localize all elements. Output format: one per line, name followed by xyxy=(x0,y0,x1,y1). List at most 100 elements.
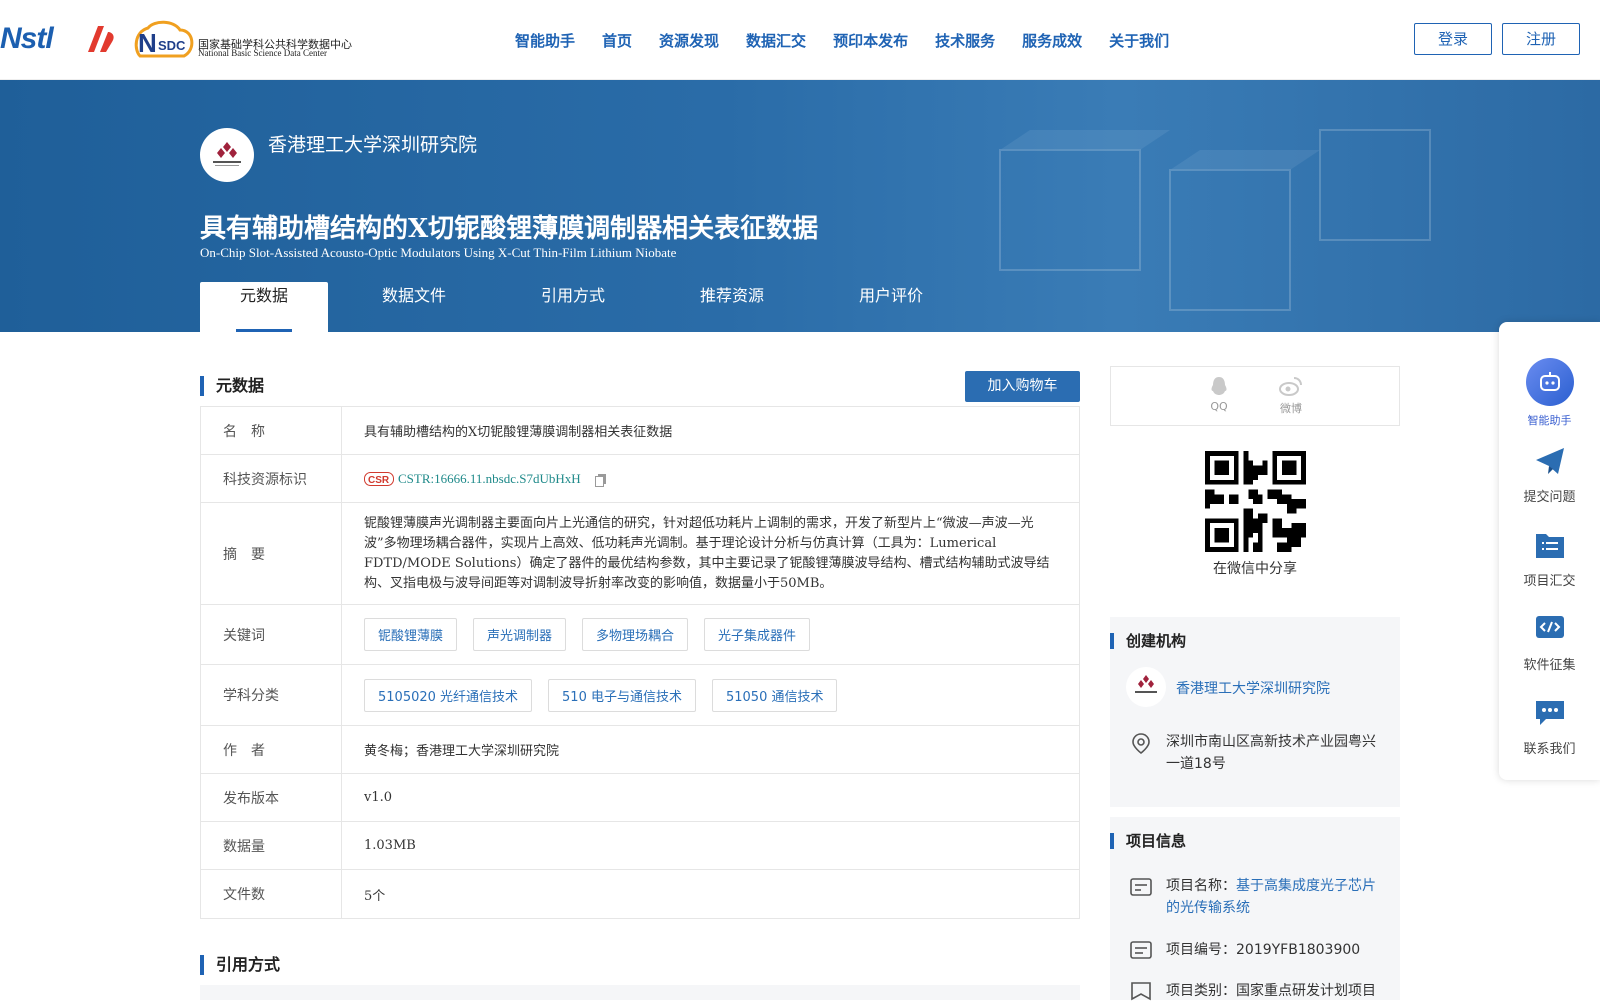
float-contact[interactable]: 联系我们 xyxy=(1499,698,1600,757)
table-row: 关键词 铌酸锂薄膜 声光调制器 多物理场耦合 光子集成器件 xyxy=(201,605,1079,665)
project-panel: 项目信息 项目名称：基于高集成度光子芯片的光传输系统 项目编号：2019YFB1… xyxy=(1110,817,1400,1001)
qq-icon xyxy=(1211,377,1227,395)
table-row: 科技资源标识 CSR CSTR:16666.11.nbsdc.S7dUbHxH xyxy=(201,455,1079,503)
float-submit-question-label: 提交问题 xyxy=(1523,490,1576,505)
citation-box xyxy=(200,985,1080,1000)
share-box: QQ 微博 xyxy=(1110,366,1400,426)
keyword-tag[interactable]: 光子集成器件 xyxy=(704,618,811,651)
row-value-abstract: 铌酸锂薄膜声光调制器主要面向片上光通信的研究，针对超低功耗片上调制的需求，开发了… xyxy=(364,515,1050,591)
cstr-value[interactable]: CSTR:16666.11.nbsdc.S7dUbHxH xyxy=(398,471,581,487)
table-row: 文件数 5个 xyxy=(201,870,1079,918)
cstr-identifier[interactable]: CSR CSTR:16666.11.nbsdc.S7dUbHxH xyxy=(364,471,609,487)
table-row: 学科分类 5105020 光纤通信技术 510 电子与通信技术 51050 通信… xyxy=(201,665,1079,726)
row-label-size: 数据量 xyxy=(201,822,342,869)
org-logo[interactable] xyxy=(200,128,254,182)
subject-tag[interactable]: 51050 通信技术 xyxy=(711,678,838,712)
creator-panel: 创建机构 香港理工大学深圳研究院 深圳市南山区高新技术产业园粤兴一道18号 xyxy=(1110,617,1400,807)
keyword-tag[interactable]: 铌酸锂薄膜 xyxy=(364,618,458,651)
nsdc-mark-icon: N SDC xyxy=(134,20,194,58)
row-value-author: 黄冬梅；香港理工大学深圳研究院 xyxy=(364,744,560,759)
float-submit-question[interactable]: 提交问题 xyxy=(1499,446,1600,505)
float-assistant[interactable]: 智能助手 xyxy=(1499,358,1600,428)
nav-item-submit[interactable]: 数据汇交 xyxy=(746,30,806,51)
project-code: 项目编号：2019YFB1803900 xyxy=(1166,942,1361,958)
keyword-tag[interactable]: 声光调制器 xyxy=(473,618,567,651)
share-weibo-label: 微博 xyxy=(1280,402,1302,415)
register-button[interactable]: 注册 xyxy=(1502,23,1580,55)
nav-item-assistant[interactable]: 智能助手 xyxy=(515,30,575,51)
chat-icon xyxy=(1535,701,1564,725)
location-icon xyxy=(1132,733,1150,754)
metadata-section-title: 元数据 xyxy=(200,376,264,396)
table-row: 摘 要 铌酸锂薄膜声光调制器主要面向片上光通信的研究，针对超低功耗片上调制的需求… xyxy=(201,503,1079,605)
subject-tag[interactable]: 5105020 光纤通信技术 xyxy=(364,678,533,712)
share-qq-label: QQ xyxy=(1210,400,1228,413)
nstl-logo[interactable]: Nstl xyxy=(0,22,54,56)
add-to-cart-button[interactable]: 加入购物车 xyxy=(965,371,1080,402)
row-label-version: 发布版本 xyxy=(201,774,342,821)
project-panel-title: 项目信息 xyxy=(1110,833,1186,849)
share-qq[interactable]: QQ xyxy=(1199,375,1239,413)
nsdc-en-name: National Basic Science Data Center xyxy=(198,48,327,58)
row-value-version: v1.0 xyxy=(364,790,393,805)
dataset-hero: 香港理工大学深圳研究院 具有辅助槽结构的X切铌酸锂薄膜调制器相关表征数据 On-… xyxy=(0,80,1600,332)
nav-item-preprint[interactable]: 预印本发布 xyxy=(833,30,908,51)
tab-metadata[interactable]: 元数据 xyxy=(200,282,328,332)
list-folder-icon xyxy=(1535,534,1564,558)
float-contact-label: 联系我们 xyxy=(1523,742,1576,757)
nav-item-results[interactable]: 服务成效 xyxy=(1022,30,1082,51)
creator-org-link[interactable]: 香港理工大学深圳研究院 xyxy=(1176,678,1330,698)
svg-text:N: N xyxy=(138,28,157,58)
tab-recommended[interactable]: 推荐资源 xyxy=(646,282,818,332)
svg-text:CSR: CSR xyxy=(368,475,390,486)
nav-item-about[interactable]: 关于我们 xyxy=(1109,30,1169,51)
row-label-name: 名 称 xyxy=(201,407,342,454)
citation-section-title: 引用方式 xyxy=(200,955,280,975)
main-nav: 智能助手 首页 资源发现 数据汇交 预印本发布 技术服务 服务成效 关于我们 xyxy=(515,30,1196,51)
wechat-qr-code xyxy=(1205,451,1306,552)
float-project-submit-label: 项目汇交 xyxy=(1523,574,1576,589)
tab-data-files[interactable]: 数据文件 xyxy=(328,282,500,332)
cstr-badge-icon: CSR xyxy=(364,471,394,486)
metadata-table: 名 称 具有辅助槽结构的X切铌酸锂薄膜调制器相关表征数据 科技资源标识 CSR … xyxy=(200,406,1080,919)
polyu-logo-icon xyxy=(213,142,241,166)
nsdc-logo[interactable]: N SDC 国家基础学科公共科学数据中心 National Basic Scie… xyxy=(134,20,354,60)
paper-plane-icon xyxy=(1535,448,1564,474)
float-assistant-label: 智能助手 xyxy=(1527,414,1572,427)
tab-reviews[interactable]: 用户评价 xyxy=(818,282,964,332)
project-code-icon xyxy=(1130,941,1152,959)
row-value-name: 具有辅助槽结构的X切铌酸锂薄膜调制器相关表征数据 xyxy=(364,425,673,440)
row-label-cstr: 科技资源标识 xyxy=(201,455,342,502)
red-brand-logo[interactable] xyxy=(82,22,120,56)
dataset-title-cn: 具有辅助槽结构的X切铌酸锂薄膜调制器相关表征数据 xyxy=(200,214,819,244)
subject-tag[interactable]: 510 电子与通信技术 xyxy=(548,678,696,712)
dataset-tabs: 元数据 数据文件 引用方式 推荐资源 用户评价 xyxy=(200,282,964,332)
project-category: 项目类别：国家重点研发计划项目 xyxy=(1166,983,1376,999)
row-value-size: 1.03MB xyxy=(364,838,416,853)
nav-item-home[interactable]: 首页 xyxy=(602,30,632,51)
hero-decoration xyxy=(999,129,1431,311)
copy-icon[interactable] xyxy=(593,471,609,487)
project-name-icon xyxy=(1130,878,1152,896)
project-category-icon xyxy=(1131,982,1151,1001)
creator-org-logo xyxy=(1126,667,1166,707)
table-row: 名 称 具有辅助槽结构的X切铌酸锂薄膜调制器相关表征数据 xyxy=(201,407,1079,455)
wechat-share-caption: 在微信中分享 xyxy=(1213,561,1297,577)
tab-citation[interactable]: 引用方式 xyxy=(500,282,646,332)
keyword-tag[interactable]: 多物理场耦合 xyxy=(582,618,689,651)
creator-address: 深圳市南山区高新技术产业园粤兴一道18号 xyxy=(1166,734,1376,772)
table-row: 发布版本 v1.0 xyxy=(201,774,1079,822)
keyword-tags: 铌酸锂薄膜 声光调制器 多物理场耦合 光子集成器件 xyxy=(342,605,1079,664)
login-button[interactable]: 登录 xyxy=(1414,23,1492,55)
share-weibo[interactable]: 微博 xyxy=(1271,375,1311,416)
table-row: 数据量 1.03MB xyxy=(201,822,1079,870)
float-project-submit[interactable]: 项目汇交 xyxy=(1499,530,1600,589)
nav-item-services[interactable]: 技术服务 xyxy=(935,30,995,51)
row-value-files: 5个 xyxy=(364,888,386,904)
float-software-call[interactable]: 软件征集 xyxy=(1499,614,1600,673)
row-label-keywords: 关键词 xyxy=(201,605,342,664)
org-name[interactable]: 香港理工大学深圳研究院 xyxy=(268,130,477,157)
nav-item-discover[interactable]: 资源发现 xyxy=(659,30,719,51)
project-name-label: 项目名称： xyxy=(1166,878,1236,894)
dataset-title-en: On-Chip Slot-Assisted Acousto-Optic Modu… xyxy=(200,245,677,260)
